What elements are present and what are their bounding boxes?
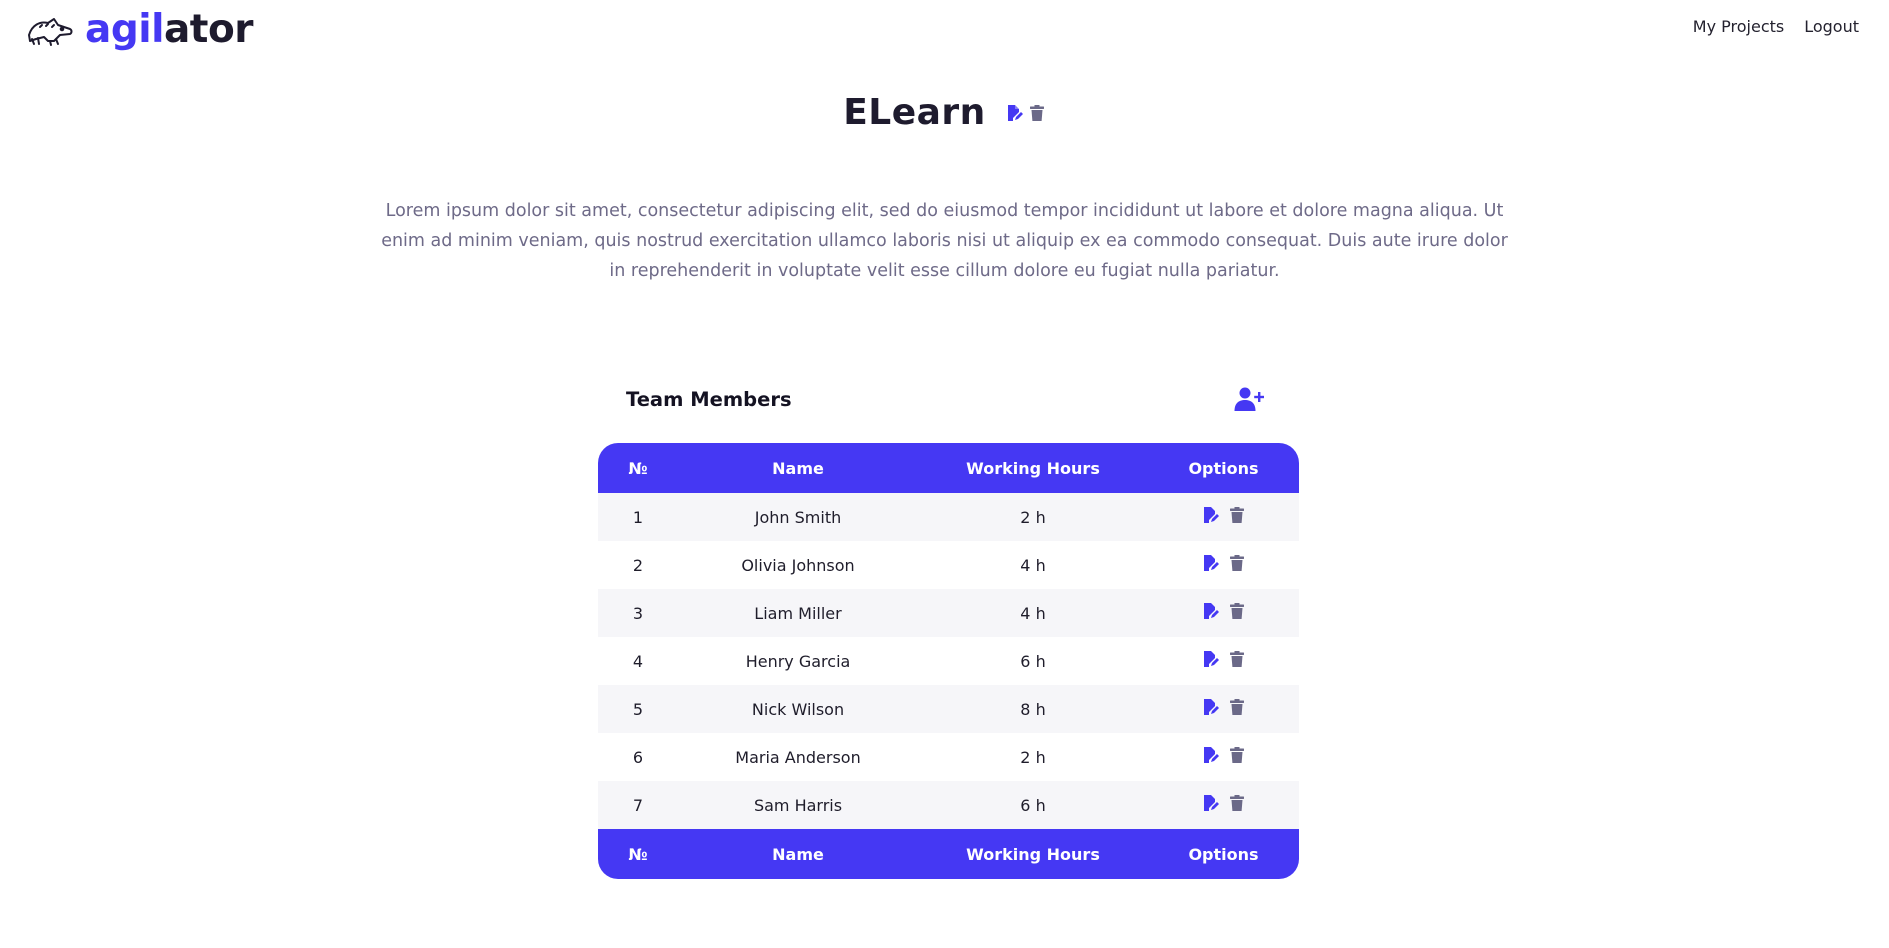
member-number: 4 <box>598 637 678 685</box>
member-options <box>1148 541 1299 589</box>
table-footer-row: № Name Working Hours Options <box>598 829 1299 879</box>
edit-file-icon[interactable] <box>1202 602 1220 620</box>
table-row: 6 Maria Anderson 2 h <box>598 733 1299 781</box>
column-header-number: № <box>598 443 678 493</box>
column-footer-working-hours: Working Hours <box>918 829 1148 879</box>
edit-file-icon[interactable] <box>1202 794 1220 812</box>
team-members-title: Team Members <box>626 388 792 411</box>
trash-icon[interactable] <box>1028 104 1046 122</box>
edit-file-icon[interactable] <box>1202 746 1220 764</box>
member-name: Sam Harris <box>678 781 918 829</box>
member-options <box>1148 493 1299 541</box>
page-title: ELearn <box>843 92 986 133</box>
trash-icon[interactable] <box>1228 602 1246 620</box>
edit-file-icon[interactable] <box>1202 506 1220 524</box>
crocodile-logo-icon <box>26 13 74 47</box>
top-navbar: agilator My Projects Logout <box>0 0 1889 70</box>
project-actions <box>1006 104 1046 122</box>
column-footer-options: Options <box>1148 829 1299 879</box>
table-body: 1 John Smith 2 h 2 Olivia Johnson 4 h 3 … <box>598 493 1299 829</box>
edit-file-icon[interactable] <box>1202 554 1220 572</box>
member-name: Olivia Johnson <box>678 541 918 589</box>
brand-name-accent: agil <box>85 7 164 52</box>
column-header-name: Name <box>678 443 918 493</box>
member-name: Nick Wilson <box>678 685 918 733</box>
edit-file-icon[interactable] <box>1202 698 1220 716</box>
brand-name: agilator <box>85 10 253 49</box>
table-row: 7 Sam Harris 6 h <box>598 781 1299 829</box>
brand-logo-link[interactable]: agilator <box>26 10 253 49</box>
trash-icon[interactable] <box>1228 746 1246 764</box>
member-hours: 6 h <box>918 637 1148 685</box>
edit-file-icon[interactable] <box>1006 104 1024 122</box>
column-footer-number: № <box>598 829 678 879</box>
member-number: 7 <box>598 781 678 829</box>
member-number: 6 <box>598 733 678 781</box>
member-options <box>1148 733 1299 781</box>
member-options <box>1148 637 1299 685</box>
member-name: Maria Anderson <box>678 733 918 781</box>
user-plus-icon[interactable] <box>1234 386 1264 412</box>
member-name: John Smith <box>678 493 918 541</box>
member-number: 1 <box>598 493 678 541</box>
column-header-options: Options <box>1148 443 1299 493</box>
member-hours: 2 h <box>918 733 1148 781</box>
member-hours: 4 h <box>918 589 1148 637</box>
trash-icon[interactable] <box>1228 506 1246 524</box>
column-header-working-hours: Working Hours <box>918 443 1148 493</box>
trash-icon[interactable] <box>1228 794 1246 812</box>
table-row: 5 Nick Wilson 8 h <box>598 685 1299 733</box>
project-title-row: ELearn <box>0 92 1889 133</box>
member-options <box>1148 589 1299 637</box>
member-options <box>1148 685 1299 733</box>
edit-file-icon[interactable] <box>1202 650 1220 668</box>
member-number: 2 <box>598 541 678 589</box>
table-row: 1 John Smith 2 h <box>598 493 1299 541</box>
table-row: 3 Liam Miller 4 h <box>598 589 1299 637</box>
top-nav-links: My Projects Logout <box>1683 17 1869 36</box>
brand-name-rest: ator <box>163 7 254 52</box>
member-hours: 4 h <box>918 541 1148 589</box>
member-hours: 2 h <box>918 493 1148 541</box>
table-row: 4 Henry Garcia 6 h <box>598 637 1299 685</box>
member-number: 3 <box>598 589 678 637</box>
column-footer-name: Name <box>678 829 918 879</box>
member-hours: 6 h <box>918 781 1148 829</box>
member-name: Henry Garcia <box>678 637 918 685</box>
member-hours: 8 h <box>918 685 1148 733</box>
member-options <box>1148 781 1299 829</box>
trash-icon[interactable] <box>1228 554 1246 572</box>
table-header-row: № Name Working Hours Options <box>598 443 1299 493</box>
team-members-table: № Name Working Hours Options 1 John Smit… <box>598 443 1299 879</box>
trash-icon[interactable] <box>1228 650 1246 668</box>
nav-logout-link[interactable]: Logout <box>1794 17 1869 36</box>
team-members-header: Team Members <box>598 384 1298 420</box>
member-number: 5 <box>598 685 678 733</box>
project-description: Lorem ipsum dolor sit amet, consectetur … <box>381 201 1508 281</box>
nav-my-projects-link[interactable]: My Projects <box>1683 17 1794 36</box>
trash-icon[interactable] <box>1228 698 1246 716</box>
member-name: Liam Miller <box>678 589 918 637</box>
table-row: 2 Olivia Johnson 4 h <box>598 541 1299 589</box>
